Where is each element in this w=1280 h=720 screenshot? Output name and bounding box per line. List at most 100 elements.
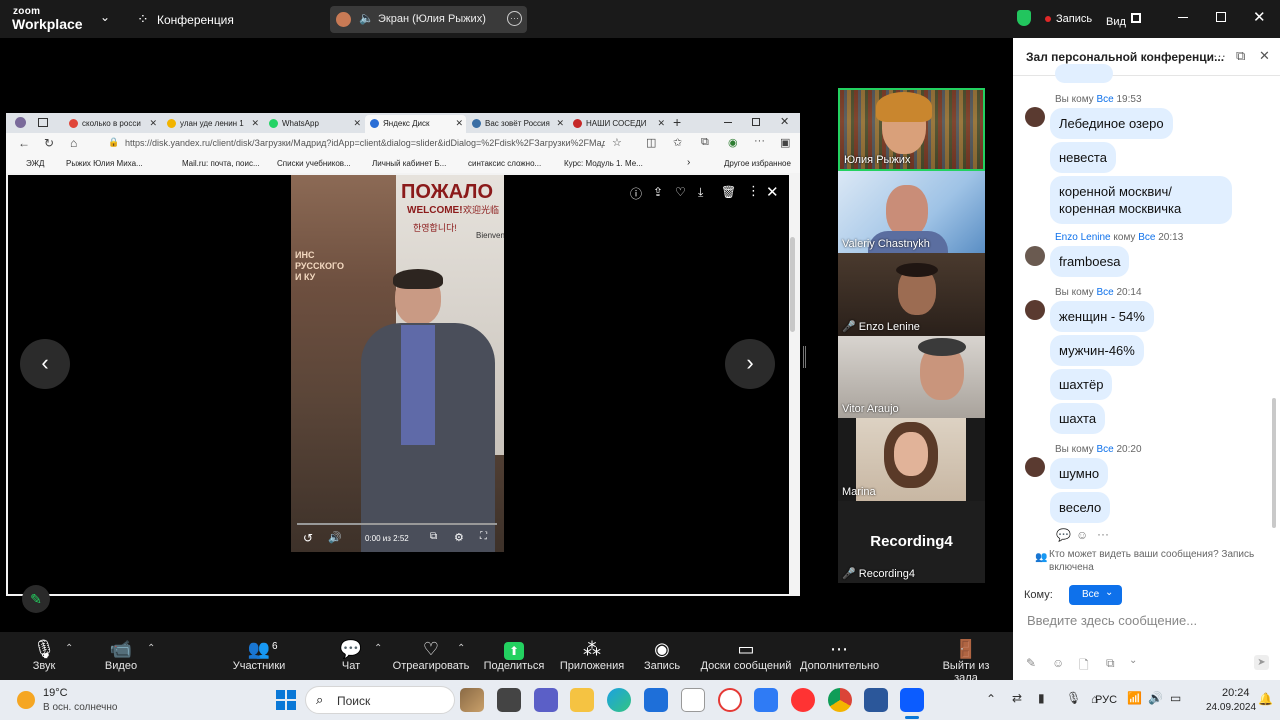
screenshot-icon[interactable]: ⧉ (1106, 656, 1115, 671)
participant-tile[interactable]: Marina (838, 418, 985, 501)
chat-message[interactable]: шахта (1050, 403, 1106, 434)
tab-close-icon[interactable]: ✕ (556, 118, 564, 129)
chat-scrollbar[interactable] (1272, 398, 1276, 528)
yandex-browser-icon[interactable] (718, 688, 742, 712)
tab-close-icon[interactable]: ✕ (149, 118, 157, 129)
chat-message[interactable]: framboesa (1050, 246, 1130, 277)
participant-tile-active[interactable]: Юлия Рыжих (838, 88, 985, 171)
battery-icon[interactable]: ▭ (1170, 691, 1181, 705)
edge-browser-icon[interactable] (607, 688, 631, 712)
language-indicator[interactable]: РУС (1095, 694, 1117, 706)
tray-overflow-chevron-icon[interactable]: ⌃ (986, 692, 996, 706)
fav-item[interactable]: ЭЖД (26, 159, 44, 168)
browser-minimize-icon[interactable] (724, 122, 732, 123)
download-icon[interactable]: ⤓ (698, 185, 703, 200)
replay-icon[interactable]: ↺ (303, 531, 313, 545)
add-reaction-icon[interactable]: ☺ (1076, 528, 1088, 542)
chat-message[interactable]: мужчин-46% (1050, 335, 1144, 366)
chat-button[interactable]: 💬 Чат (336, 632, 366, 680)
tab-6[interactable]: НАШИ СОСЕДИ ✕ (568, 115, 668, 133)
taskbar-app-icon[interactable] (497, 688, 521, 712)
zoom-taskbar-icon[interactable] (900, 688, 924, 712)
more-button[interactable]: ⋯ Дополнительно (800, 632, 879, 680)
windows-start-icon[interactable] (276, 690, 296, 710)
info-icon[interactable]: ⓘ (630, 185, 642, 202)
tab-close-icon[interactable]: ✕ (657, 118, 665, 129)
browser-restore-icon[interactable] (752, 118, 760, 126)
workplace-menu-chevron-icon[interactable]: ⌄ (100, 10, 110, 24)
fav-item[interactable]: Рыжих Юлия Миха... (66, 159, 143, 168)
favorite-star-icon[interactable]: ☆ (612, 136, 622, 149)
recipient[interactable]: Все (1138, 232, 1155, 243)
new-tab-icon[interactable]: + (673, 114, 681, 130)
share-icon[interactable]: ⇪ (653, 185, 663, 199)
viewer-close-icon[interactable]: ✕ (766, 183, 779, 201)
screen-share-pill[interactable]: 🔈 Экран (Юлия Рыжих) ··· (330, 6, 527, 33)
weather-sun-icon[interactable] (17, 691, 35, 709)
message-more-icon[interactable]: ··· (1097, 527, 1109, 541)
attach-chevron-icon[interactable]: ⌄ (1129, 655, 1137, 666)
weather-desc[interactable]: В осн. солнечно (43, 702, 117, 713)
chat-message[interactable]: коренной москвич/ коренная москвичка (1050, 176, 1232, 224)
chat-message[interactable]: шумно (1050, 458, 1109, 489)
video-options-chevron-icon[interactable]: ⌃ (147, 643, 155, 654)
delete-trash-icon[interactable]: 🗑 (721, 185, 736, 199)
participants-button[interactable]: 👥 Участники (232, 632, 286, 680)
reload-icon[interactable]: ↻ (44, 136, 54, 150)
fav-item[interactable]: синтаксис сложно... (468, 159, 541, 168)
emoji-icon[interactable]: ☺ (1052, 656, 1064, 670)
chat-options-chevron-icon[interactable]: ⌃ (374, 643, 382, 654)
fullscreen-icon[interactable]: ⛶ (480, 531, 487, 542)
audio-button[interactable]: 🎙 Звук (24, 632, 64, 680)
favorites-more-chevron-icon[interactable]: › (687, 157, 690, 168)
taskbar-app-icon[interactable] (534, 688, 558, 712)
back-icon[interactable]: ← (18, 136, 30, 150)
chat-message[interactable]: весело (1050, 492, 1111, 523)
participant-tile[interactable]: Recording4 🎤 Recording4 (838, 501, 985, 583)
annotate-pen-button[interactable]: ✎ (22, 585, 50, 613)
panel-splitter-handle[interactable] (803, 346, 806, 368)
home-icon[interactable]: ⌂ (70, 136, 77, 150)
recipient[interactable]: Все (1096, 287, 1113, 298)
file-explorer-icon[interactable] (570, 688, 594, 712)
favorites-icon[interactable]: ✩ (673, 136, 682, 149)
fav-item[interactable]: Личный кабинет Б... (372, 159, 446, 168)
pip-icon[interactable]: ⧉ (430, 531, 437, 542)
minimize-window-icon[interactable] (1178, 17, 1188, 18)
taskbar-app-icon[interactable] (754, 688, 778, 712)
volume-tray-icon[interactable]: 🔊 (1148, 691, 1163, 705)
taskbar-app-icon[interactable] (460, 688, 484, 712)
clock-date[interactable]: 24.09.2024 (1206, 702, 1256, 713)
tab-2[interactable]: улан уде ленин 1 ✕ (162, 115, 262, 133)
url-field[interactable]: https://disk.yandex.ru/client/disk/Загру… (125, 138, 605, 148)
whiteboards-button[interactable]: ▭ Доски сообщений (700, 632, 792, 680)
video-progress-bar[interactable] (297, 523, 497, 525)
taskbar-app-icon[interactable] (644, 688, 668, 712)
leave-room-button[interactable]: 🚪 Выйти из зала (930, 632, 1002, 684)
recipient[interactable]: Все (1096, 94, 1113, 105)
close-window-icon[interactable]: ✕ (1253, 8, 1266, 26)
chat-message[interactable]: невеста (1050, 142, 1116, 173)
browser-menu-icon[interactable]: ··· (754, 135, 765, 147)
settings-gear-icon[interactable]: ⚙ (454, 531, 464, 544)
tab-4-active[interactable]: Яндекс Диск ✕ (365, 115, 466, 133)
yandex-icon[interactable] (791, 688, 815, 712)
notifications-bell-icon[interactable]: 🔔 (1258, 692, 1273, 706)
security-shield-icon[interactable] (1017, 10, 1031, 26)
chat-more-icon[interactable]: ··· (1213, 48, 1226, 63)
recipient[interactable]: Все (1096, 444, 1113, 455)
video-frame[interactable]: ПОЖАЛО WELCOME! 한영합니다! 欢迎光临 Bienven ИНС … (291, 175, 504, 552)
participant-tile[interactable]: Vitor Araujo (838, 336, 985, 418)
tab-actions-icon[interactable] (38, 118, 48, 127)
tab-3[interactable]: WhatsApp ✕ (264, 115, 364, 133)
volume-icon[interactable]: 🔊 (328, 531, 342, 544)
wifi-icon[interactable]: 📶 (1127, 691, 1142, 705)
browser-scrollbar[interactable] (790, 237, 795, 332)
like-heart-icon[interactable]: ♡ (675, 185, 686, 199)
sidebar-toggle-icon[interactable]: ▣ (780, 136, 790, 149)
split-screen-icon[interactable]: ◫ (646, 136, 656, 149)
word-icon[interactable] (864, 688, 888, 712)
tray-app-icon[interactable]: ▮ (1038, 691, 1045, 705)
tab-close-icon[interactable]: ✕ (353, 118, 361, 129)
weather-temp[interactable]: 19°C (43, 687, 68, 699)
